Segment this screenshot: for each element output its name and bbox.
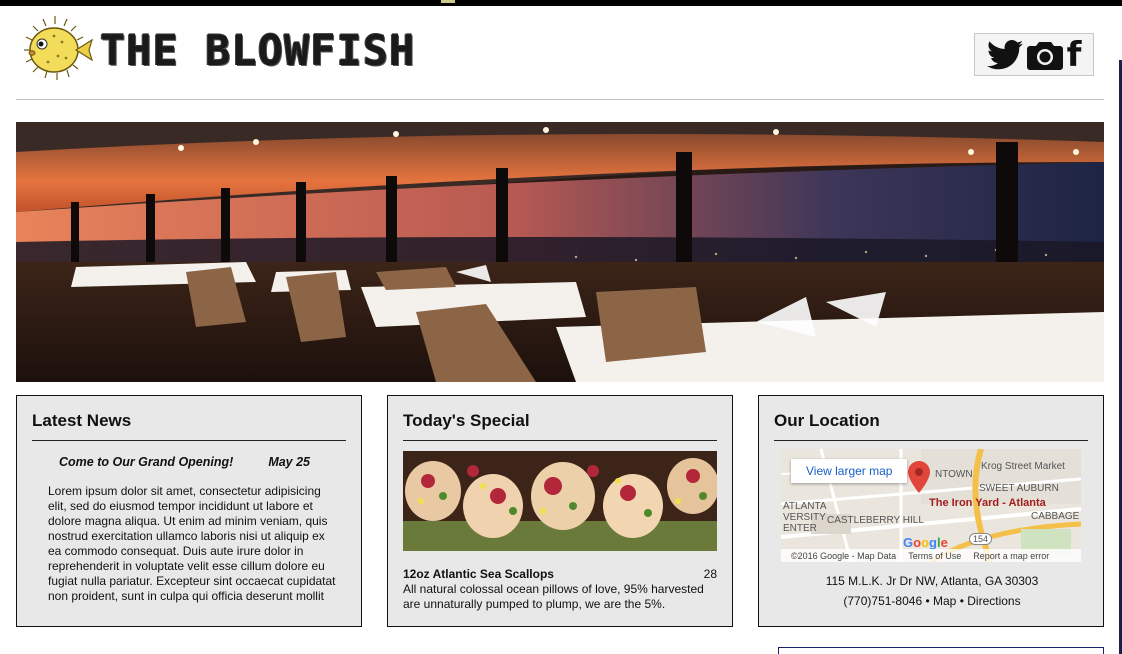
our-location-title: Our Location xyxy=(774,411,880,430)
our-location-card: Our Location Krog Street Market SWEET AU… xyxy=(758,395,1104,627)
map-footer: ©2016 Google - Map Data Terms of Use Rep… xyxy=(781,549,1081,562)
latest-news-title: Latest News xyxy=(32,411,132,430)
site-title[interactable]: THE BLOWFISH xyxy=(100,26,430,76)
special-price: 28 xyxy=(703,567,717,581)
todays-special-card: Today's Special 12oz Atlantic Sea Scallo… xyxy=(387,395,733,627)
our-location-divider xyxy=(774,440,1088,441)
social-links: f xyxy=(974,33,1094,76)
scallops-dish-image xyxy=(403,451,717,551)
map-terms-link[interactable]: Terms of Use xyxy=(908,551,961,561)
map-link[interactable]: Map xyxy=(933,594,956,608)
map-copyright: ©2016 Google - Map Data xyxy=(791,550,897,561)
highway-154-shield: 154 xyxy=(969,533,993,545)
special-description: All natural colossal ocean pillows of lo… xyxy=(403,582,704,611)
news-body-text: Lorem ipsum dolor sit amet, consectetur … xyxy=(48,484,336,603)
todays-special-title: Today's Special xyxy=(403,411,530,430)
map-label-versity: VERSITY xyxy=(783,512,826,523)
map-place-label[interactable]: The Iron Yard - Atlanta xyxy=(929,497,1046,509)
camera-icon[interactable] xyxy=(1026,37,1063,73)
news-item-header: Come to Our Grand Opening! May 25 xyxy=(59,455,339,469)
bullet-separator: • xyxy=(959,594,964,608)
location-phone: (770)751-8046 xyxy=(843,594,923,608)
map-pin-icon[interactable] xyxy=(908,461,930,493)
header-divider xyxy=(16,99,1104,100)
twitter-icon[interactable] xyxy=(986,37,1023,73)
view-larger-map-button[interactable]: View larger map xyxy=(791,459,908,483)
hero-restaurant-image xyxy=(16,122,1104,382)
latest-news-divider xyxy=(32,440,346,441)
map-label-atlanta: ATLANTA xyxy=(783,501,827,512)
map-label-sweet-auburn: SWEET AUBURN xyxy=(979,483,1059,494)
news-date: May 25 xyxy=(268,455,311,469)
special-dish-name: 12oz Atlantic Sea Scallops xyxy=(403,567,554,581)
latest-news-card: Latest News Come to Our Grand Opening! M… xyxy=(16,395,362,627)
embedded-map[interactable]: Krog Street Market SWEET AUBURN CASTLEBE… xyxy=(781,449,1081,562)
location-address: 115 M.L.K. Jr Dr NW, Atlanta, GA 30303 xyxy=(825,574,1039,588)
todays-special-divider xyxy=(403,440,717,441)
facebook-icon[interactable]: f xyxy=(1067,37,1082,73)
lower-panel-edge xyxy=(778,647,1104,654)
google-logo-icon: Google xyxy=(903,535,948,550)
map-label-krog: Krog Street Market xyxy=(981,461,1065,472)
top-bar-marker xyxy=(441,0,455,3)
special-item-row: 12oz Atlantic Sea Scallops 28 xyxy=(403,567,717,581)
bullet-separator: • xyxy=(925,594,930,608)
map-label-enter: ENTER xyxy=(783,523,817,534)
blowfish-logo-icon[interactable] xyxy=(16,14,94,82)
directions-link[interactable]: Directions xyxy=(967,594,1020,608)
top-bar xyxy=(0,0,1122,6)
news-headline[interactable]: Come to Our Grand Opening! xyxy=(59,455,233,469)
map-label-cabbage: CABBAGE xyxy=(1031,511,1080,522)
map-label-castleberry: CASTLEBERRY HILL xyxy=(827,515,924,526)
map-label-ntown: NTOWN xyxy=(935,469,973,480)
map-report-link[interactable]: Report a map error xyxy=(973,551,1049,561)
location-contact-row: (770)751-8046 • Map • Directions xyxy=(759,594,1105,608)
